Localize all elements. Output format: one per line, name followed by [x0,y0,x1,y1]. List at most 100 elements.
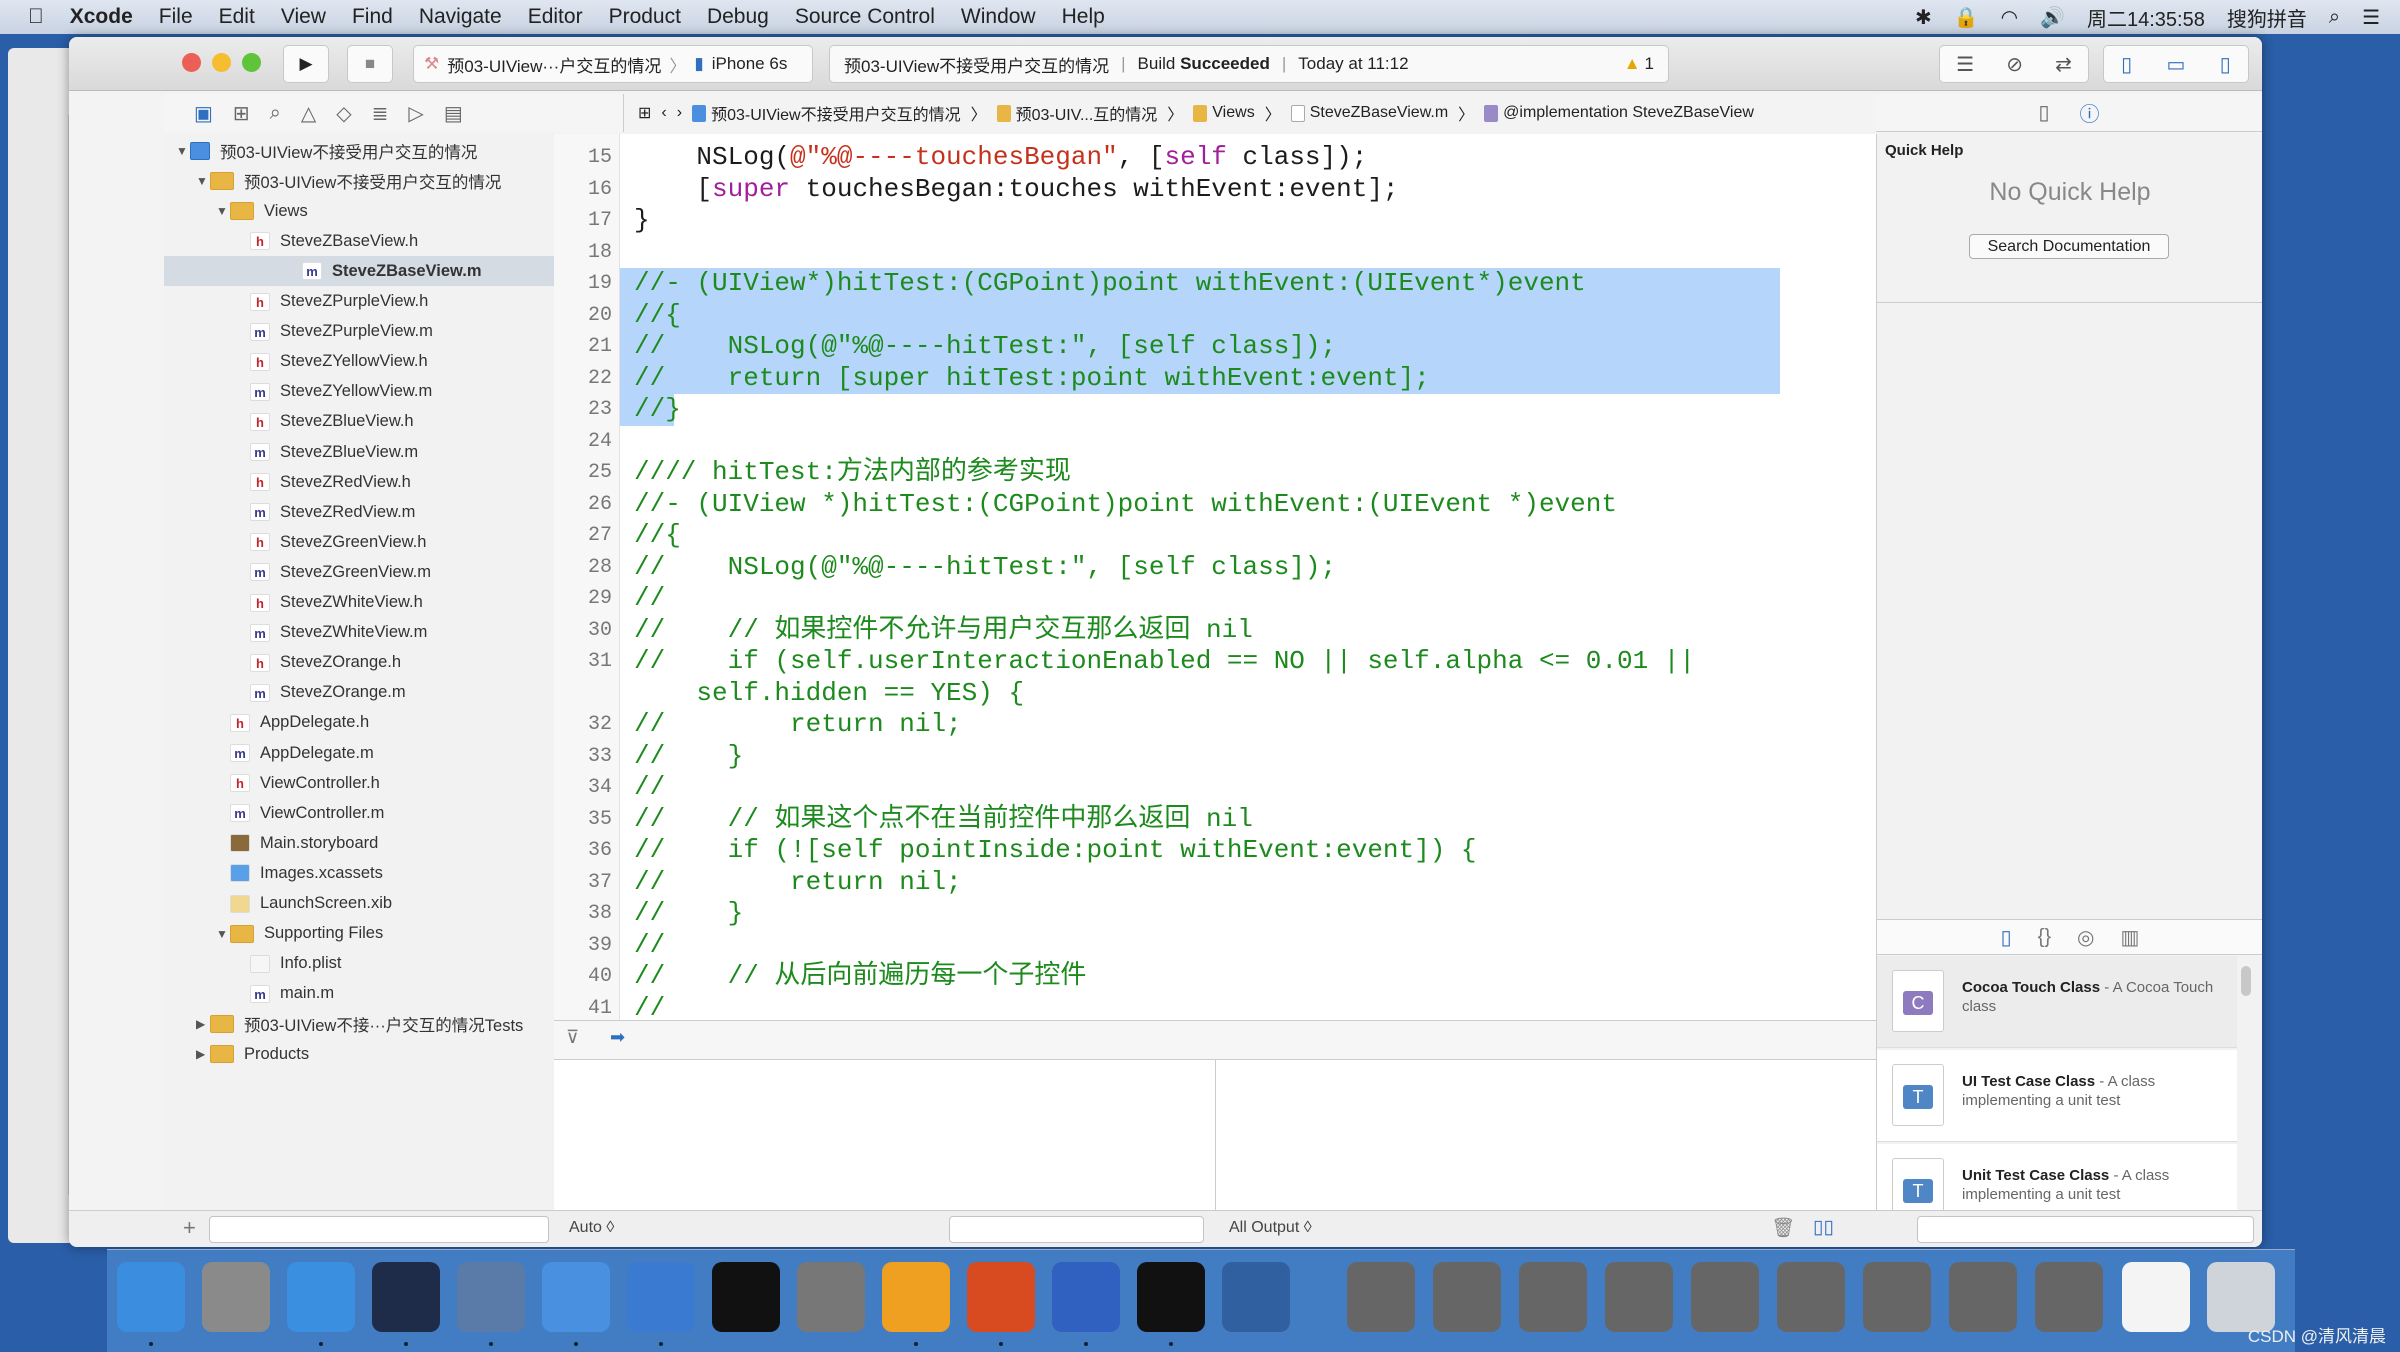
source-editor[interactable]: 15 16 17 18 19 20 21 22 23 24 25 26 27 28 29 30 31 32 33 34… [554,134,1943,1060]
debug-navigator-icon[interactable]: ≣ [372,101,389,126]
apple-icon[interactable]:  [28,5,44,29]
breadcrumb-file[interactable]: SteveZBaseView.m [1290,104,1448,122]
issue-navigator-icon[interactable]: △ [301,101,316,126]
clock[interactable]: 周二14:35:58 [2087,3,2205,32]
code-line[interactable]: //- (UIView *)hitTest:(CGPoint)point wit… [634,489,1617,521]
terminal-icon[interactable] [712,1262,780,1332]
symbol-navigator-icon[interactable]: ⊞ [233,101,250,126]
find-navigator-icon[interactable]: ⌕ [270,102,281,125]
back-button[interactable]: ‹ [661,104,666,122]
library-filter-field[interactable] [1917,1216,2254,1243]
code-line[interactable]: // // 如果控件不允许与用户交互那么返回 nil [634,615,1253,647]
navigator-filter-field[interactable] [209,1216,549,1243]
photo-booth-icon[interactable] [457,1262,525,1332]
navigator-item[interactable]: h SteveZBlueView.h [164,407,414,437]
disclosure-triangle-icon[interactable]: ▶ [196,1047,210,1061]
code-line[interactable]: NSLog(@"%@----touchesBegan", [self class… [634,142,1367,174]
navigator-item[interactable]: m SteveZBlueView.m [164,437,418,467]
warning-badge[interactable]: ▲ 1 [1624,54,1654,74]
search-documentation-button[interactable]: Search Documentation [1969,234,2169,259]
code-line[interactable]: // [634,583,665,615]
navigator-item[interactable]: h ViewController.h [164,768,380,798]
stop-button[interactable]: ■ [347,45,393,83]
code-line[interactable]: // NSLog(@"%@----hitTest:", [self class]… [634,331,1336,363]
version-editor-icon[interactable]: ⇄ [2055,52,2072,77]
disclosure-triangle-icon[interactable]: ▶ [196,1017,210,1031]
window-2-icon[interactable] [1433,1262,1501,1332]
window-4-icon[interactable] [1605,1262,1673,1332]
library-scrollbar[interactable] [2241,966,2251,996]
assistant-editor-icon[interactable]: ⊘ [2006,52,2023,77]
quick-help-icon[interactable]: ⓘ [2080,98,2100,127]
forward-button[interactable]: › [677,104,682,122]
report-navigator-icon[interactable]: ▤ [444,101,463,126]
menu-find[interactable]: Find [352,5,393,29]
navigator-item[interactable]: h AppDelegate.h [164,708,369,738]
breadcrumb-views[interactable]: Views [1193,104,1255,122]
code-line[interactable]: // // 如果这个点不在当前控件中那么返回 nil [634,804,1253,836]
navigator-item[interactable]: h SteveZOrange.h [164,648,401,678]
navigator-item[interactable]: ▼ 预03-UIView不接受用户交互的情况 [164,166,501,196]
code-line[interactable]: } [634,205,650,237]
code-line[interactable]: // return nil; [634,867,962,899]
code-snippet-library-icon[interactable]: {} [2038,926,2051,949]
breadcrumb-project[interactable]: 预03-UIView不接受用户交互的情况 [692,101,961,125]
navigator-item[interactable]: Main.storyboard [164,828,378,858]
library-item[interactable]: C Cocoa Touch Class - A Cocoa Touch class [1877,956,2237,1048]
disclosure-triangle-icon[interactable]: ▼ [216,204,230,218]
file-template-library-icon[interactable]: ▯ [2001,925,2012,950]
navigator-item[interactable]: LaunchScreen.xib [164,889,392,919]
code-line[interactable]: //- (UIView*)hitTest:(CGPoint)point with… [634,268,1586,300]
window-3-icon[interactable] [1519,1262,1587,1332]
menu-source-control[interactable]: Source Control [795,5,935,29]
variables-filter-field[interactable] [949,1216,1204,1243]
navigator-item[interactable]: ▼ Supporting Files [164,919,383,949]
window-8-icon[interactable] [1949,1262,2017,1332]
window-6-icon[interactable] [1777,1262,1845,1332]
menu-editor[interactable]: Editor [528,5,583,29]
code-line[interactable]: //{ [634,300,681,332]
navigator-item[interactable]: h SteveZGreenView.h [164,527,426,557]
code-line[interactable]: [super touchesBegan:touches withEvent:ev… [634,174,1398,206]
breakpoints-toggle-icon[interactable]: ➡ [610,1027,625,1048]
scheme-selector[interactable]: ⚒ 预03-UIView···户交互的情况 〉 ▮ iPhone 6s [413,45,813,83]
spotlight-icon[interactable]: ⌕ [2329,6,2340,29]
toggle-utilities-icon[interactable]: ▯ [2220,52,2231,77]
variables-scope-selector[interactable]: Auto ◊ [569,1219,614,1237]
code-line[interactable]: // if (self.userInteractionEnabled == NO… [634,646,1695,678]
trash-icon[interactable]: 🗑 [1771,1216,1795,1240]
launchpad-icon[interactable] [202,1262,270,1332]
quicktime-icon[interactable] [1222,1262,1290,1332]
downloads-icon[interactable] [2122,1262,2190,1332]
disclosure-triangle-icon[interactable]: ▼ [196,174,210,188]
toggle-navigator-icon[interactable]: ▯ [2121,52,2132,77]
navigator-item[interactable]: Images.xcassets [164,858,383,888]
navigator-item[interactable]: m main.m [164,979,334,1009]
run-button[interactable]: ▶ [283,45,329,83]
navigator-item[interactable]: m SteveZPurpleView.m [164,317,433,347]
related-items-icon[interactable]: ⊞ [638,103,651,123]
navigator-item[interactable]: ▶ 预03-UIView不接···户交互的情况Tests [164,1009,523,1039]
test-navigator-icon[interactable]: ◇ [336,101,351,126]
navigator-item[interactable]: m SteveZRedView.m [164,497,415,527]
sketch-icon[interactable] [882,1262,950,1332]
console-icon[interactable] [1137,1262,1205,1332]
navigator-item[interactable]: ▶ Products [164,1039,309,1069]
code-line[interactable]: // return nil; [634,709,962,741]
wifi-icon[interactable]: ◠ [2001,5,2018,30]
code-line[interactable]: // [634,772,665,804]
toggle-debug-icon[interactable]: ▭ [2167,52,2186,77]
navigator-item[interactable]: h SteveZBaseView.h [164,226,418,256]
menu-debug[interactable]: Debug [707,5,769,29]
hide-debug-icon[interactable]: ⊽ [566,1027,579,1048]
menu-product[interactable]: Product [609,5,681,29]
code-line[interactable]: self.hidden == YES) { [634,678,1024,710]
code-line[interactable]: // // 从后向前遍历每一个子控件 [634,961,1086,993]
window-9-icon[interactable] [2035,1262,2103,1332]
menu-help[interactable]: Help [1062,5,1105,29]
navigator-item[interactable]: h SteveZPurpleView.h [164,287,428,317]
code-line[interactable]: // [634,930,665,962]
disclosure-triangle-icon[interactable]: ▼ [176,144,190,158]
file-inspector-icon[interactable]: ▯ [2038,100,2049,125]
menu-app-name[interactable]: Xcode [70,5,133,29]
